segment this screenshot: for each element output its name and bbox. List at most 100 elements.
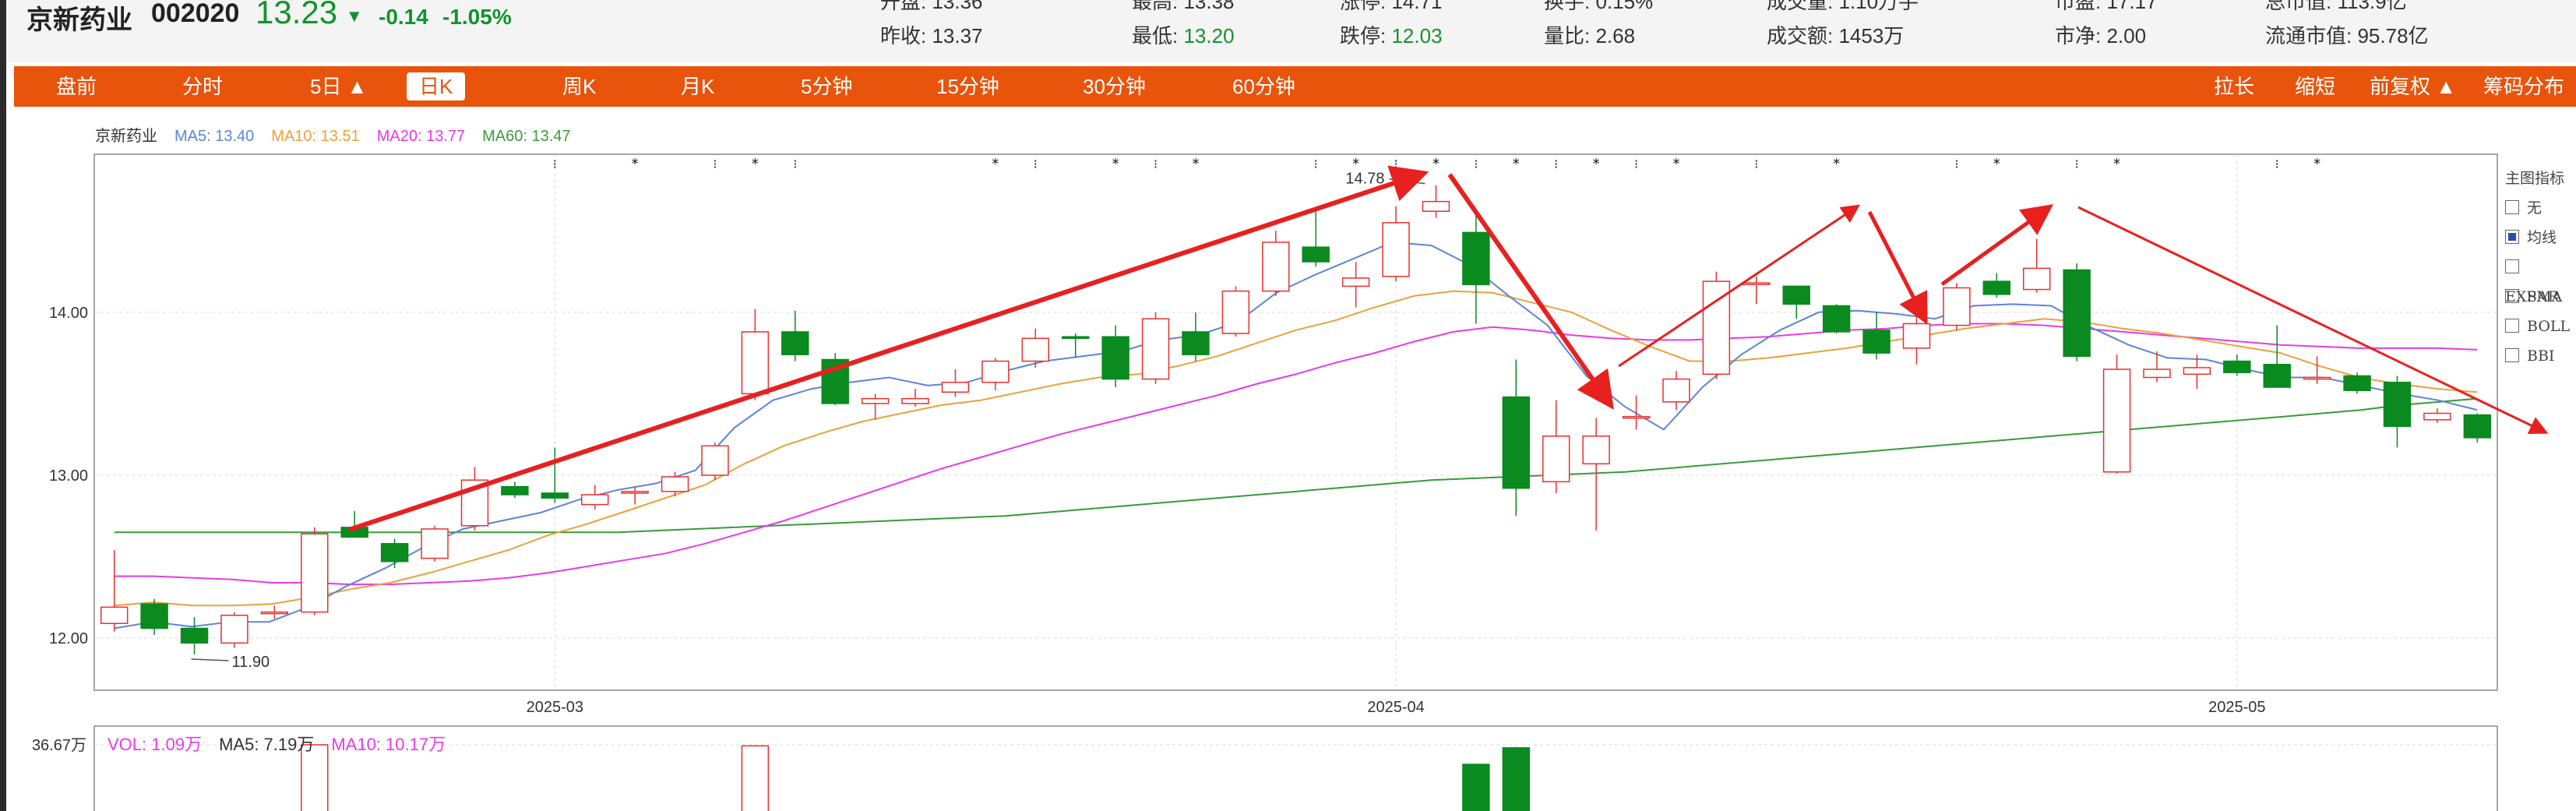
indicator-ma[interactable]: 均线 <box>2505 223 2576 252</box>
candle-up <box>1021 337 1050 362</box>
quote-volume-ratio: 量比: 2.68 <box>1544 24 1636 48</box>
candle-down <box>2383 382 2412 427</box>
event-marker: * <box>992 156 999 172</box>
left-edge-bar <box>0 0 6 811</box>
candle-up <box>701 445 729 476</box>
volume-legend: VOL: 1.09万 MA5: 7.19万 MA10: 10.17万 <box>107 731 463 756</box>
indicator-none-checkbox[interactable] <box>2505 200 2519 214</box>
ma-legend: 京新药业 MA5: 13.40 MA10: 13.51 MA20: 13.77 MA60… <box>95 123 588 146</box>
candle-down <box>1982 280 2011 295</box>
candle-up <box>1221 290 1250 334</box>
candle-down <box>380 543 409 562</box>
tab-15min[interactable]: 15分钟 <box>936 66 999 107</box>
candle-down <box>541 492 569 499</box>
tab-premarket[interactable]: 盘前 <box>56 66 97 107</box>
x-tick-label: 2025-04 <box>1367 699 1424 716</box>
legend-ma60: MA60: 13.47 <box>482 128 571 145</box>
stretch-button[interactable]: 拉长 <box>2214 66 2254 107</box>
volume-bar <box>1462 763 1490 811</box>
candle-up <box>1622 415 1651 419</box>
event-marker: * <box>1112 156 1119 172</box>
candle-down <box>2223 360 2251 373</box>
indicator-boll-checkbox[interactable] <box>2505 319 2519 333</box>
indicator-ma-checkbox[interactable] <box>2505 230 2519 244</box>
event-marker: * <box>1833 156 1840 172</box>
quote-cut-6: 总市值: 113.9亿 <box>2265 0 2407 13</box>
candle-up <box>2143 368 2171 379</box>
volume-tick-label: 36.67万 <box>32 737 86 754</box>
event-marker: * <box>1672 156 1679 172</box>
event-marker: * <box>1513 156 1520 172</box>
candle-up <box>1382 222 1410 277</box>
candle-down <box>1302 246 1330 263</box>
candle-up <box>421 528 449 559</box>
indicator-none[interactable]: 无 <box>2505 193 2576 223</box>
indicator-sar[interactable]: SAR <box>2505 282 2576 312</box>
candle-up <box>2303 376 2331 380</box>
tab-daily-k[interactable]: 日K <box>407 72 466 100</box>
candle-down <box>2063 269 2091 358</box>
candle-up <box>661 476 689 492</box>
indicator-bbi-checkbox[interactable] <box>2505 348 2519 362</box>
tab-5day[interactable]: 5日 ▲ <box>310 66 367 107</box>
quote-cut-3: 换手: 0.15% <box>1544 0 1654 13</box>
candle-down <box>1502 396 1531 489</box>
quote-cut-2: 涨停: 14.71 <box>1340 0 1443 13</box>
y-tick-label: 12.00 <box>49 630 88 647</box>
legend-ma5: MA5: 13.40 <box>174 128 255 145</box>
event-marker: * <box>1192 156 1199 172</box>
candle-up <box>1662 378 1690 403</box>
indicator-boll[interactable]: BOLL <box>2505 312 2576 341</box>
indicator-bbi[interactable]: BBI <box>2505 341 2576 371</box>
indicator-panel: 主图指标 无 均线 EXPMA SAR BOLL BBI <box>2505 164 2576 371</box>
indicator-sar-checkbox[interactable] <box>2505 289 2519 303</box>
indicator-expma[interactable]: EXPMA <box>2505 252 2576 305</box>
legend-ma20: MA20: 13.77 <box>376 128 466 145</box>
event-marker: * <box>752 156 759 172</box>
chip-distribution-button[interactable]: 筹码分布 <box>2483 66 2564 107</box>
quote-low: 最低: 13.20 <box>1132 24 1235 48</box>
event-marker: * <box>1432 156 1440 172</box>
candle-down <box>180 627 209 644</box>
tab-intraday[interactable]: 分时 <box>182 66 223 107</box>
tab-weekly-k[interactable]: 周K <box>562 66 596 107</box>
event-marker: ⁝ <box>1034 157 1038 171</box>
candle-up <box>941 382 970 393</box>
max-price-label: 14.78 <box>1345 171 1384 188</box>
quote-cut-0: 开盘: 13.36 <box>880 0 983 13</box>
candle-up <box>1582 435 1610 465</box>
candle-up <box>2423 412 2451 421</box>
shrink-button[interactable]: 缩短 <box>2295 66 2335 107</box>
candle-up <box>1902 323 1931 349</box>
candle-up <box>1542 435 1570 483</box>
indicator-panel-title: 主图指标 <box>2505 170 2565 187</box>
quote-cut-4: 成交量: 1.10万手 <box>1767 0 1919 13</box>
kline-chart: 14.00 13.00 12.00 2025-03 2025-04 2025-05 14.7… <box>6 109 2576 811</box>
tab-30min[interactable]: 30分钟 <box>1083 66 1146 107</box>
period-toolbar: 盘前 分时 5日 ▲ 日K 周K 月K 5分钟 15分钟 30分钟 60分钟 拉… <box>14 66 2576 107</box>
event-marker: * <box>1593 156 1600 172</box>
event-marker: ⁝ <box>1314 157 1318 171</box>
candle-up <box>260 611 289 615</box>
event-marker: ⁝ <box>1954 157 1958 171</box>
volume-bar <box>741 745 770 811</box>
quote-turnover: 成交额: 1453万 <box>1767 24 1905 48</box>
candle-up <box>1943 287 1971 326</box>
y-tick-label: 13.00 <box>49 467 88 485</box>
candle-up <box>901 397 929 404</box>
vol-legend-vol: VOL: 1.09万 <box>107 735 203 754</box>
stock-name: 京新药业 <box>26 5 132 35</box>
candle-up <box>220 615 248 644</box>
indicator-expma-checkbox[interactable] <box>2505 259 2519 273</box>
adjust-dropdown[interactable]: 前复权 ▲ <box>2370 66 2456 107</box>
candle-up <box>621 491 649 494</box>
candle-down <box>2343 375 2371 391</box>
candle-down <box>1822 305 1851 333</box>
tab-60min[interactable]: 60分钟 <box>1232 66 1295 107</box>
candle-down <box>1101 336 1129 380</box>
event-marker: ⁝ <box>1474 157 1478 171</box>
tab-5min[interactable]: 5分钟 <box>801 66 852 107</box>
candle-down <box>1782 285 1810 305</box>
tab-monthly-k[interactable]: 月K <box>681 66 714 107</box>
event-marker: * <box>2313 156 2321 172</box>
